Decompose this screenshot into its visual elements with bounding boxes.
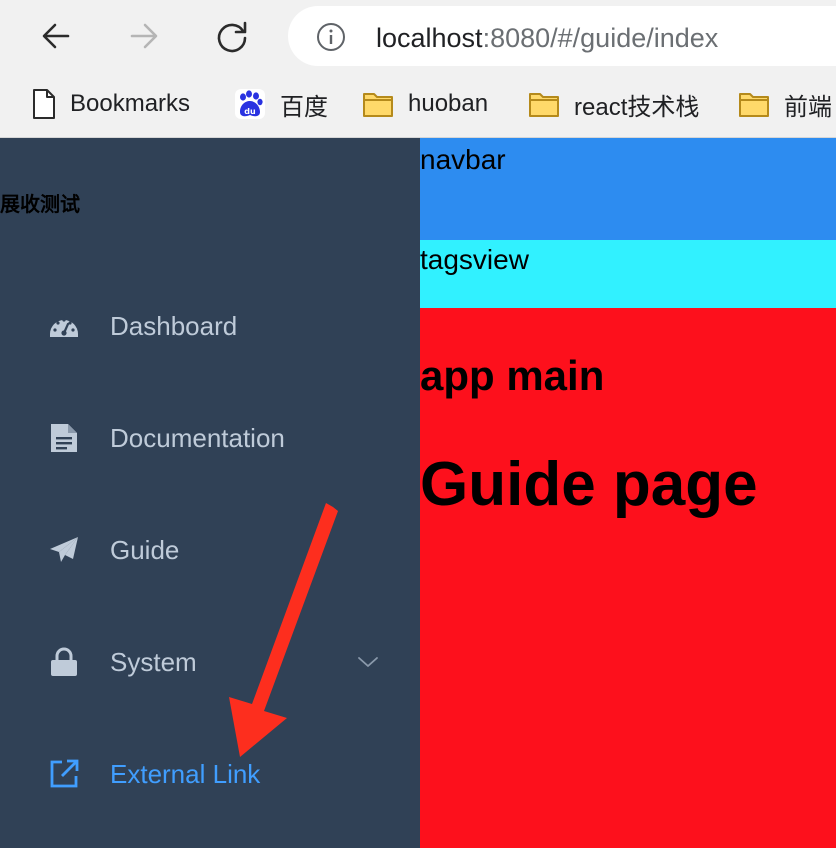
bookmark-baidu[interactable]: du 百度 (234, 86, 328, 122)
sidebar-item-label: Dashboard (110, 311, 238, 341)
bookmark-frontend[interactable]: 前端 (738, 86, 832, 122)
svg-text:du: du (244, 107, 256, 116)
back-icon (42, 23, 70, 49)
lock-icon (51, 647, 77, 676)
back-button[interactable] (32, 12, 80, 60)
sidebar-item-label: Guide (110, 535, 180, 565)
address-bar[interactable]: localhost:8080/#/guide/index (288, 6, 836, 66)
navbar-label: navbar (420, 144, 506, 175)
external-link-icon (50, 759, 79, 788)
url-host: localhost (376, 23, 483, 53)
info-icon[interactable] (316, 22, 346, 52)
folder-icon (363, 93, 393, 117)
sidebar-item-label: External Link (110, 759, 261, 789)
app-main-heading: app main (420, 352, 605, 399)
browser-toolbar: localhost:8080/#/guide/index (0, 0, 836, 72)
bookmark-label: 前端 (784, 93, 832, 121)
bookmark-label: huoban (408, 90, 489, 117)
folder-icon (529, 93, 559, 117)
sidebar-item-dashboard[interactable]: Dashboard (0, 270, 420, 382)
page-title: Guide page (420, 450, 758, 519)
sidebar-item-label: System (110, 647, 197, 677)
chevron-down-icon[interactable] (356, 650, 380, 674)
reload-icon (217, 21, 247, 53)
dashboard-icon (50, 318, 78, 337)
url-text[interactable]: localhost:8080/#/guide/index (376, 23, 718, 53)
forward-icon (130, 23, 158, 49)
bookmark-react[interactable]: react技术栈 (528, 86, 699, 122)
bookmark-label: 百度 (280, 93, 328, 121)
bookmark-label: Bookmarks (70, 90, 191, 117)
sidebar-item-guide[interactable]: Guide (0, 494, 420, 606)
reload-button[interactable] (208, 12, 256, 60)
sidebar-title: 展收测试 (0, 194, 80, 216)
documentation-icon (51, 424, 77, 452)
bookmarks-bar: Bookmarks du 百度 huoban react技术栈 前端 (0, 72, 836, 138)
folder-icon (739, 93, 769, 117)
sidebar-item-external-link[interactable]: External Link (0, 718, 420, 830)
sidebar: 展收测试 Dashboard Documentation Guide Syste… (0, 138, 420, 848)
tagsview-label: tagsview (420, 244, 529, 275)
navbar: navbar (420, 138, 836, 240)
url-path: :8080/#/guide/index (482, 23, 719, 53)
app-main: app main Guide page (420, 308, 836, 848)
baidu-icon: du (235, 89, 265, 119)
sidebar-item-system[interactable]: System (0, 606, 420, 718)
bookmark-huoban[interactable]: huoban (362, 86, 488, 122)
bookmark-label: react技术栈 (574, 93, 700, 121)
sidebar-item-documentation[interactable]: Documentation (0, 382, 420, 494)
forward-button[interactable] (120, 12, 168, 60)
guide-icon (50, 537, 78, 562)
bookmark-bookmarks[interactable]: Bookmarks (32, 86, 190, 122)
tagsview: tagsview (420, 240, 836, 308)
document-icon (33, 89, 55, 119)
sidebar-item-label: Documentation (110, 423, 285, 453)
